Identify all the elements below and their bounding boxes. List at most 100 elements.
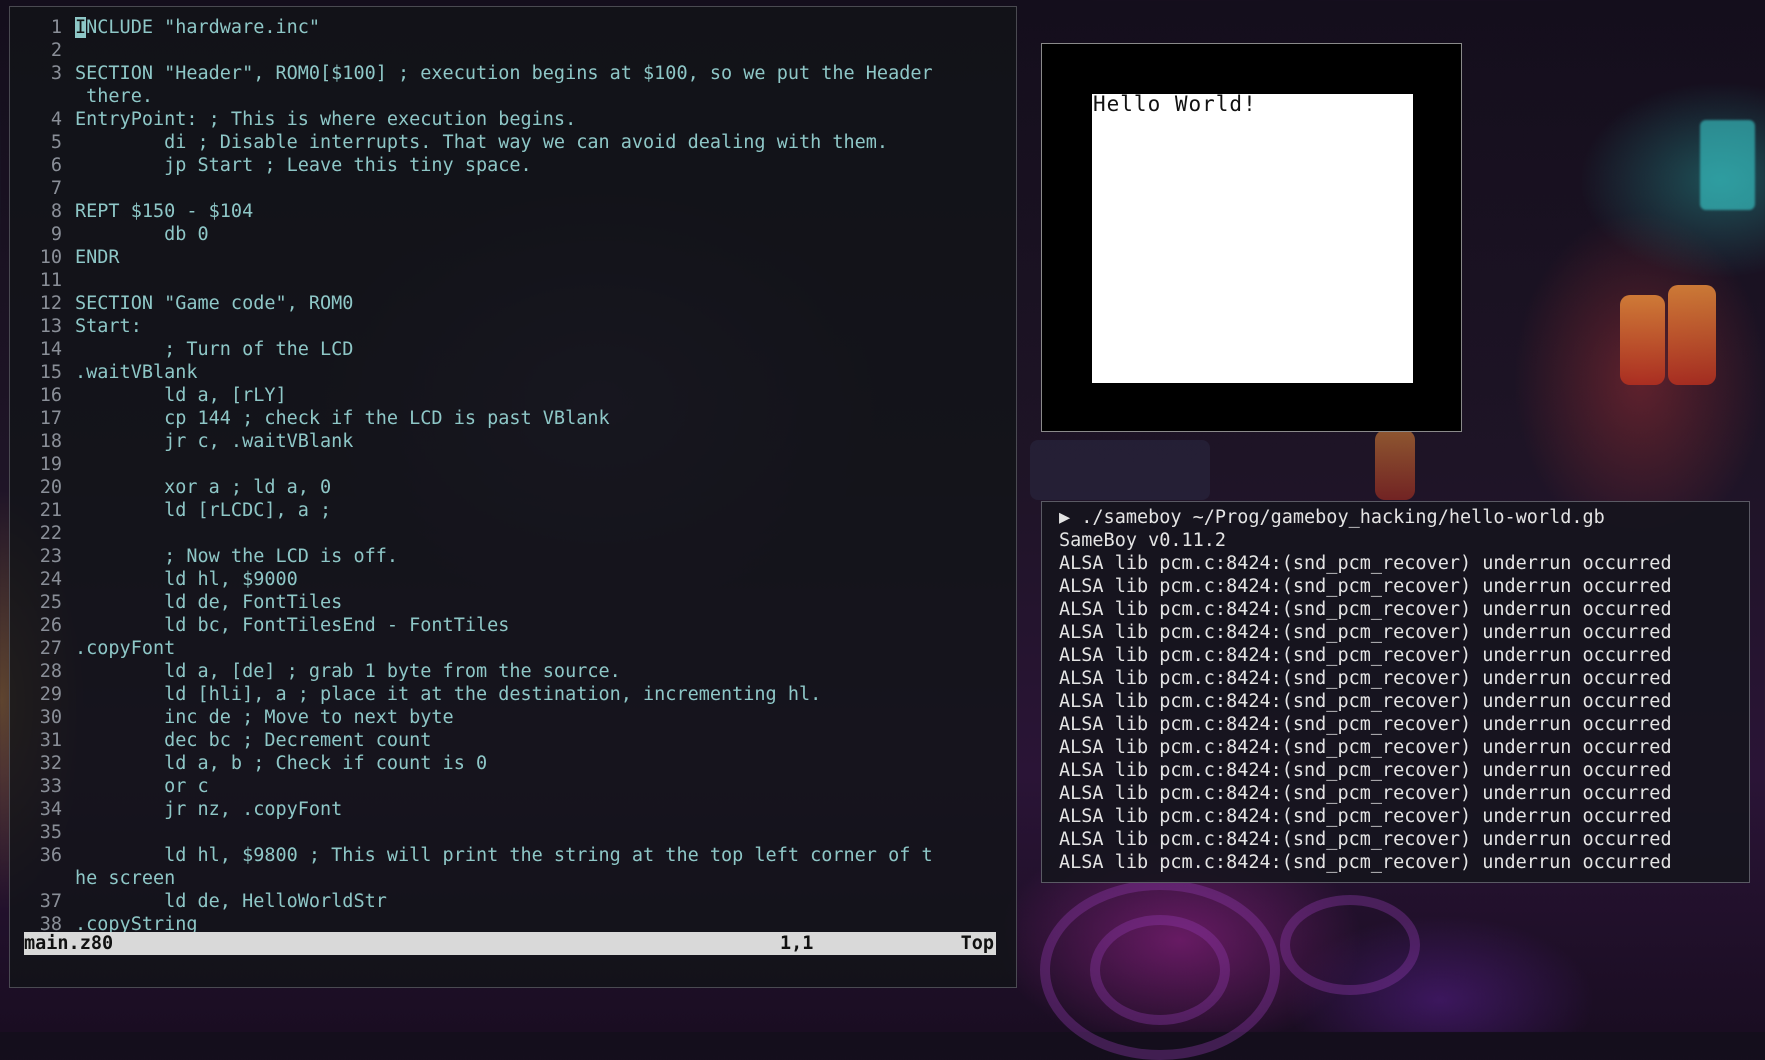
code-line[interactable]: there. [10, 85, 1010, 108]
code-line[interactable]: he screen [10, 867, 1010, 890]
code-editor-window[interactable]: 1 INCLUDE "hardware.inc" 2 3 SECTION "Header… [9, 6, 1017, 988]
code-line[interactable]: 17 cp 144 ; check if the LCD is past VBl… [10, 407, 1010, 430]
code-text[interactable]: REPT $150 - $104 [75, 200, 253, 223]
code-line[interactable]: 22 [10, 522, 1010, 545]
code-text[interactable]: or c [75, 775, 209, 798]
code-text[interactable]: SECTION "Header", ROM0[$100] ; execution… [75, 62, 933, 85]
code-line[interactable]: 29 ld [hli], a ; place it at the destina… [10, 683, 1010, 706]
code-text[interactable]: ld a, b ; Check if count is 0 [75, 752, 487, 775]
terminal-line: ALSA lib pcm.c:8424:(snd_pcm_recover) un… [1059, 691, 1672, 712]
code-line[interactable]: 10 ENDR [10, 246, 1010, 269]
terminal-line: ALSA lib pcm.c:8424:(snd_pcm_recover) un… [1059, 829, 1672, 850]
code-text[interactable]: EntryPoint: ; This is where execution be… [75, 108, 576, 131]
terminal-window[interactable]: ▶ ./sameboy ~/Prog/gameboy_hacking/hello… [1041, 501, 1750, 883]
code-text[interactable]: ld de, FontTiles [75, 591, 342, 614]
line-number: 31 [39, 730, 62, 751]
code-text[interactable]: ENDR [75, 246, 120, 269]
code-text[interactable]: xor a ; ld a, 0 [75, 476, 331, 499]
code-text[interactable]: ; Turn of the LCD [75, 338, 353, 361]
code-line[interactable]: 23 ; Now the LCD is off. [10, 545, 1010, 568]
code-line[interactable]: 18 jr c, .waitVBlank [10, 430, 1010, 453]
code-line[interactable]: 31 dec bc ; Decrement count [10, 729, 1010, 752]
terminal-line: ALSA lib pcm.c:8424:(snd_pcm_recover) un… [1059, 783, 1672, 804]
emulator-screen[interactable]: Hello World! [1092, 92, 1413, 383]
code-line[interactable]: 37 ld de, HelloWorldStr [10, 890, 1010, 913]
code-line[interactable]: 19 [10, 453, 1010, 476]
line-number: 5 [50, 132, 62, 153]
code-line[interactable]: 27 .copyFont [10, 637, 1010, 660]
code-line[interactable]: 13 Start: [10, 315, 1010, 338]
code-text[interactable]: ld a, [de] ; grab 1 byte from the source… [75, 660, 621, 683]
code-text[interactable]: inc de ; Move to next byte [75, 706, 454, 729]
code-line[interactable]: 5 di ; Disable interrupts. That way we c… [10, 131, 1010, 154]
line-number: 3 [50, 63, 62, 84]
code-line[interactable]: 30 inc de ; Move to next byte [10, 706, 1010, 729]
code-text[interactable]: jp Start ; Leave this tiny space. [75, 154, 532, 177]
code-line[interactable]: 24 ld hl, $9000 [10, 568, 1010, 591]
line-number: 10 [39, 247, 62, 268]
code-line[interactable]: 6 jp Start ; Leave this tiny space. [10, 154, 1010, 177]
code-text[interactable]: jr c, .waitVBlank [75, 430, 353, 453]
status-scroll-position: Top [960, 933, 994, 954]
code-text[interactable]: .copyFont [75, 637, 175, 660]
code-line[interactable]: 32 ld a, b ; Check if count is 0 [10, 752, 1010, 775]
code-line[interactable]: 20 xor a ; ld a, 0 [10, 476, 1010, 499]
code-line[interactable]: 36 ld hl, $9800 ; This will print the st… [10, 844, 1010, 867]
code-line[interactable]: 7 [10, 177, 1010, 200]
code-line[interactable]: 1 INCLUDE "hardware.inc" [10, 16, 1010, 39]
code-line[interactable]: 35 [10, 821, 1010, 844]
code-line[interactable]: 8 REPT $150 - $104 [10, 200, 1010, 223]
code-text[interactable]: ld [hli], a ; place it at the destinatio… [75, 683, 821, 706]
code-text[interactable]: Start: [75, 315, 142, 338]
code-text[interactable]: jr nz, .copyFont [75, 798, 342, 821]
line-number: 32 [39, 753, 62, 774]
code-line[interactable]: 28 ld a, [de] ; grab 1 byte from the sou… [10, 660, 1010, 683]
line-number: 9 [50, 224, 62, 245]
code-text[interactable]: di ; Disable interrupts. That way we can… [75, 131, 888, 154]
code-text[interactable]: dec bc ; Decrement count [75, 729, 431, 752]
code-line[interactable]: 3 SECTION "Header", ROM0[$100] ; executio… [10, 62, 1010, 85]
code-text[interactable]: ld hl, $9000 [75, 568, 298, 591]
line-number: 29 [39, 684, 62, 705]
code-text[interactable]: there. [75, 85, 153, 108]
code-text[interactable]: ld hl, $9800 ; This will print the strin… [75, 844, 933, 867]
code-text[interactable]: SECTION "Game code", ROM0 [75, 292, 353, 315]
terminal-line: ALSA lib pcm.c:8424:(snd_pcm_recover) un… [1059, 668, 1672, 689]
code-line[interactable]: 34 jr nz, .copyFont [10, 798, 1010, 821]
code-text[interactable]: INCLUDE "hardware.inc" [75, 16, 320, 39]
code-line[interactable]: 11 [10, 269, 1010, 292]
code-line[interactable]: 14 ; Turn of the LCD [10, 338, 1010, 361]
code-text[interactable]: cp 144 ; check if the LCD is past VBlank [75, 407, 610, 430]
line-number: 20 [39, 477, 62, 498]
status-line: main.z80 1,1 Top [24, 932, 996, 955]
code-buffer[interactable]: 1 INCLUDE "hardware.inc" 2 3 SECTION "Header… [10, 16, 1010, 936]
code-line[interactable]: 33 or c [10, 775, 1010, 798]
code-line[interactable]: 2 [10, 39, 1010, 62]
code-text[interactable]: he screen [75, 867, 175, 890]
code-line[interactable]: 4 EntryPoint: ; This is where execution b… [10, 108, 1010, 131]
code-text[interactable]: ld [rLCDC], a ; [75, 499, 331, 522]
line-number: 25 [39, 592, 62, 613]
code-text[interactable]: ld a, [rLY] [75, 384, 287, 407]
code-line[interactable]: 9 db 0 [10, 223, 1010, 246]
code-text[interactable]: ld bc, FontTilesEnd - FontTiles [75, 614, 509, 637]
line-number: 16 [39, 385, 62, 406]
line-number: 18 [39, 431, 62, 452]
code-line[interactable]: 16 ld a, [rLY] [10, 384, 1010, 407]
line-number: 19 [39, 454, 62, 475]
status-filename: main.z80 [24, 933, 114, 954]
line-number: 23 [39, 546, 62, 567]
code-line[interactable]: 21 ld [rLCDC], a ; [10, 499, 1010, 522]
emulator-window[interactable]: Hello World! [1041, 43, 1462, 432]
code-text[interactable]: .waitVBlank [75, 361, 198, 384]
code-text[interactable]: db 0 [75, 223, 209, 246]
line-number: 11 [39, 270, 62, 291]
code-line[interactable]: 26 ld bc, FontTilesEnd - FontTiles [10, 614, 1010, 637]
code-text[interactable]: ld de, HelloWorldStr [75, 890, 387, 913]
wallpaper-arcade-cabinet [1030, 440, 1210, 500]
code-line[interactable]: 15 .waitVBlank [10, 361, 1010, 384]
terminal-line: ALSA lib pcm.c:8424:(snd_pcm_recover) un… [1059, 760, 1672, 781]
code-text[interactable]: ; Now the LCD is off. [75, 545, 398, 568]
code-line[interactable]: 12 SECTION "Game code", ROM0 [10, 292, 1010, 315]
code-line[interactable]: 25 ld de, FontTiles [10, 591, 1010, 614]
